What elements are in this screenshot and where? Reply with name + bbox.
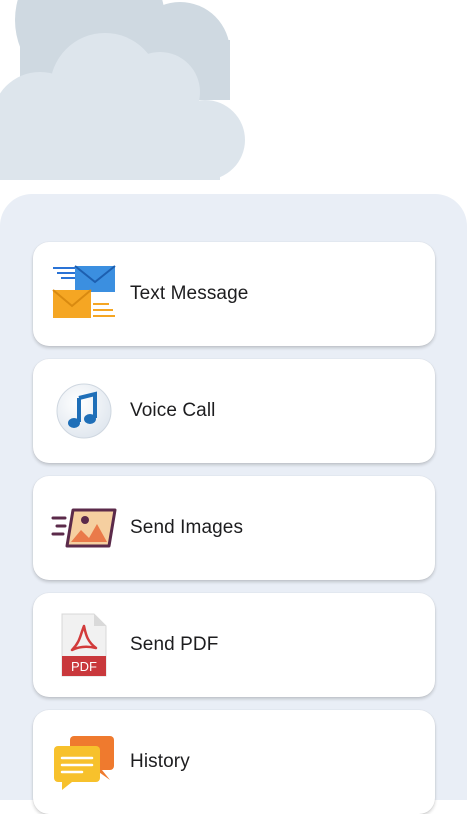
send-pdf-button[interactable]: PDF Send PDF [33,593,435,697]
cloud-illustration [0,0,245,180]
voice-call-label: Voice Call [130,400,216,421]
music-note-icon [51,378,117,444]
text-message-button[interactable]: Text Message [33,242,435,346]
pdf-file-icon: PDF [51,612,117,678]
voice-call-button[interactable]: Voice Call [33,359,435,463]
history-button[interactable]: History [33,710,435,814]
image-icon [51,495,117,561]
text-message-label: Text Message [130,283,249,304]
pdf-badge-text: PDF [71,659,97,674]
send-images-button[interactable]: Send Images [33,476,435,580]
send-images-label: Send Images [130,517,244,538]
chat-bubbles-icon [51,729,117,795]
send-pdf-label: Send PDF [130,634,219,655]
envelopes-icon [51,261,117,327]
history-label: History [130,751,190,772]
